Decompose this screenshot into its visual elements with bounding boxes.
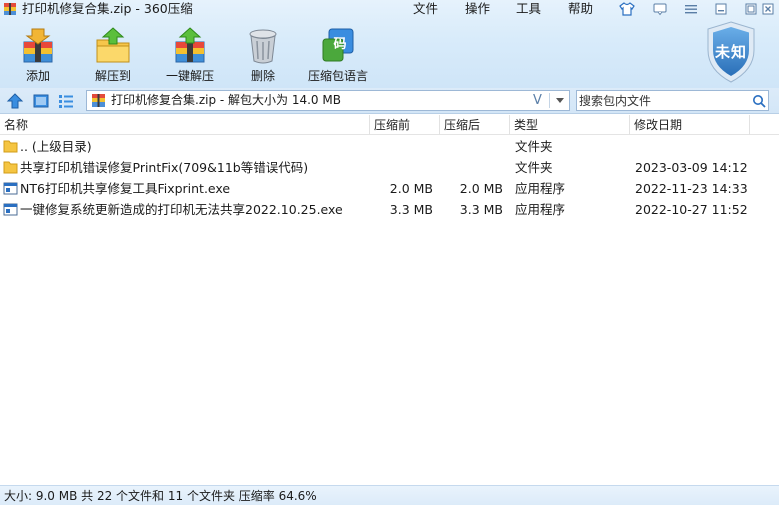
one-click-extract-button[interactable]: 一键解压 [162, 26, 218, 84]
exe-icon [3, 203, 18, 216]
file-name: .. (上级目录) [20, 139, 92, 154]
archive-language-label: 压缩包语言 [307, 69, 368, 83]
status-bar: 大小: 9.0 MB 共 22 个文件和 11 个文件夹 压缩率 64.6% [0, 485, 779, 505]
minimize-icon[interactable] [710, 1, 732, 17]
security-status-text: 未知 [714, 43, 747, 61]
column-packed-size[interactable]: 压缩前 [370, 115, 440, 135]
folder-icon [3, 140, 18, 153]
feedback-icon[interactable] [649, 1, 671, 17]
language-code-icon: 码 [322, 28, 354, 62]
file-packed-size [370, 157, 433, 178]
zip-archive-icon [92, 94, 105, 107]
exe-icon [3, 182, 18, 195]
file-row[interactable]: 一键修复系统更新造成的打印机无法共享2022.10.25.exe 3.3 MB … [0, 199, 779, 220]
add-archive-icon [23, 28, 53, 63]
file-type: 应用程序 [515, 202, 566, 217]
trash-can-icon [249, 29, 277, 64]
one-click-extract-icon [175, 27, 205, 63]
up-arrow-icon[interactable] [6, 92, 24, 110]
add-button[interactable]: 添加 [14, 26, 62, 84]
file-packed-size: 3.3 MB [389, 202, 433, 217]
file-type: 应用程序 [515, 181, 566, 196]
search-input[interactable] [579, 92, 749, 109]
file-compressed-size: 2.0 MB [459, 181, 503, 196]
delete-label: 删除 [250, 69, 275, 83]
address-row: 打印机修复合集.zip - 解包大小为 14.0 MB V [0, 88, 779, 114]
address-bar[interactable]: 打印机修复合集.zip - 解包大小为 14.0 MB V [86, 90, 570, 111]
menu-file[interactable]: 文件 [413, 1, 438, 17]
column-type[interactable]: 类型 [510, 115, 630, 135]
file-modified: 2023-03-09 14:12 [635, 160, 748, 175]
window-title: 打印机修复合集.zip - 360压缩 [22, 1, 193, 16]
archive-app-icon [3, 2, 17, 16]
column-header-row: 名称 压缩前 压缩后 类型 修改日期 [0, 115, 779, 135]
file-packed-size: 2.0 MB [389, 181, 433, 196]
menu-dropdown-icon[interactable] [680, 1, 702, 17]
top-bar: 打印机修复合集.zip - 360压缩 文件 操作 工具 帮助 添加 解压到 一… [0, 0, 779, 88]
file-compressed-size [440, 157, 503, 178]
menu-help[interactable]: 帮助 [568, 1, 593, 17]
address-path: 打印机修复合集.zip - 解包大小为 14.0 MB [111, 93, 341, 107]
folder-icon [3, 161, 18, 174]
file-name: NT6打印机共享修复工具Fixprint.exe [20, 181, 231, 196]
file-name: 共享打印机错误修复PrintFix(709&11b等错误代码) [20, 160, 309, 175]
search-box[interactable] [576, 90, 769, 111]
close-icon[interactable] [757, 1, 779, 17]
file-compressed-size: 3.3 MB [459, 202, 503, 217]
file-type: 文件夹 [515, 139, 553, 154]
file-type: 文件夹 [515, 160, 553, 175]
file-modified: 2022-11-23 14:33 [635, 181, 748, 196]
add-label: 添加 [25, 69, 50, 83]
status-text: 大小: 9.0 MB 共 22 个文件和 11 个文件夹 压缩率 64.6% [4, 489, 317, 503]
menu-tools[interactable]: 工具 [516, 1, 541, 17]
view-thumbnail-icon[interactable] [32, 92, 50, 110]
address-divider [549, 93, 550, 108]
file-row-parent[interactable]: .. (上级目录) 文件夹 [0, 136, 779, 157]
extract-to-label: 解压到 [94, 69, 131, 83]
archive-language-button[interactable]: 码 压缩包语言 [306, 26, 370, 84]
security-status-badge[interactable]: 未知 [704, 20, 758, 84]
address-history-glyph[interactable]: V [533, 92, 542, 109]
column-modified-date[interactable]: 修改日期 [630, 115, 750, 135]
column-compressed-size[interactable]: 压缩后 [440, 115, 510, 135]
chevron-down-icon[interactable] [555, 97, 565, 104]
language-glyph: 码 [333, 37, 346, 52]
search-icon[interactable] [752, 94, 766, 108]
one-click-extract-label: 一键解压 [165, 69, 214, 83]
delete-button[interactable]: 删除 [240, 26, 286, 84]
file-row[interactable]: 共享打印机错误修复PrintFix(709&11b等错误代码) 文件夹 2023… [0, 157, 779, 178]
file-compressed-size [440, 136, 503, 157]
column-name[interactable]: 名称 [0, 115, 370, 135]
file-modified: 2022-10-27 11:52 [635, 202, 748, 217]
view-list-icon[interactable] [57, 92, 75, 110]
extract-to-button[interactable]: 解压到 [88, 26, 138, 84]
file-name: 一键修复系统更新造成的打印机无法共享2022.10.25.exe [20, 202, 343, 217]
file-packed-size [370, 136, 433, 157]
extract-folder-icon [96, 27, 130, 63]
menu-operation[interactable]: 操作 [465, 1, 490, 17]
file-modified [635, 136, 775, 157]
file-row[interactable]: NT6打印机共享修复工具Fixprint.exe 2.0 MB 2.0 MB 应… [0, 178, 779, 199]
skin-shirt-icon[interactable] [616, 1, 638, 17]
